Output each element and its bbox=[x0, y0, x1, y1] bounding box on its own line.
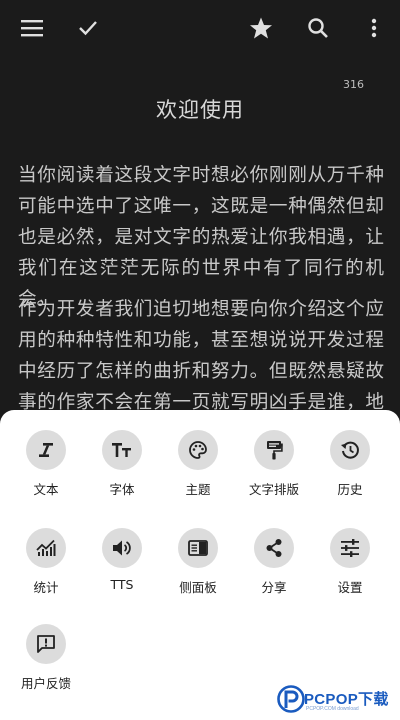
menu-item-label: TTS bbox=[110, 577, 134, 592]
menu-item-label: 设置 bbox=[337, 580, 363, 595]
paragraph: 当你阅读着这段文字时想必你刚刚从万千种可能中选中了这唯一，这既是一种偶然但却也是… bbox=[18, 165, 384, 310]
menu-item-font[interactable]: 字体 bbox=[84, 430, 160, 498]
menu-item-share[interactable]: 分享 bbox=[236, 528, 312, 596]
menu-item-label: 字体 bbox=[109, 482, 135, 497]
feedback-icon bbox=[26, 624, 66, 664]
more-vert-icon[interactable] bbox=[358, 12, 390, 44]
top-toolbar bbox=[0, 0, 400, 56]
menu-icon[interactable] bbox=[16, 12, 48, 44]
palette-icon bbox=[178, 430, 218, 470]
menu-item-tts[interactable]: TTS bbox=[84, 528, 160, 592]
search-icon[interactable] bbox=[302, 12, 334, 44]
menu-item-label: 分享 bbox=[261, 580, 287, 595]
menu-item-theme[interactable]: 主题 bbox=[160, 430, 236, 498]
pcpop-watermark: PCPOP下载 PCPOP.COM download bbox=[276, 684, 400, 720]
font-size-icon bbox=[102, 430, 142, 470]
menu-item-settings[interactable]: 设置 bbox=[312, 528, 388, 596]
menu-item-label: 文字排版 bbox=[248, 482, 299, 497]
check-icon[interactable] bbox=[72, 12, 104, 44]
star-icon[interactable] bbox=[245, 12, 277, 44]
page-number: 316 bbox=[343, 78, 364, 91]
side-panel-icon bbox=[178, 528, 218, 568]
menu-item-side-panel[interactable]: 侧面板 bbox=[160, 528, 236, 596]
menu-item-typesetting[interactable]: 文字排版 bbox=[236, 430, 312, 498]
chapter-title: 欢迎使用 bbox=[156, 98, 244, 122]
menu-item-history[interactable]: 历史 bbox=[312, 430, 388, 498]
paint-roller-icon bbox=[254, 430, 294, 470]
share-icon bbox=[254, 528, 294, 568]
reader-menu-sheet: 文本 字体 主题 文字排版 历史 统计 TTS 侧面板 分享 设置 用户反馈 bbox=[0, 410, 400, 720]
menu-item-label: 侧面板 bbox=[179, 580, 217, 595]
paragraph: 作为开发者我们迫切地想要向你介绍这个应用的种种特性和功能，甚至想说说开发过程中经… bbox=[18, 299, 384, 413]
history-icon bbox=[330, 430, 370, 470]
menu-item-label: 主题 bbox=[185, 482, 211, 497]
reading-area[interactable]: 316 欢迎使用 当你阅读着这段文字时想必你刚刚从万千种可能中选中了这唯一，这既… bbox=[0, 56, 400, 416]
menu-item-label: 统计 bbox=[33, 580, 59, 595]
speaker-icon bbox=[102, 528, 142, 568]
menu-item-text[interactable]: 文本 bbox=[8, 430, 84, 498]
menu-item-label: 用户反馈 bbox=[20, 676, 71, 691]
menu-item-label: 历史 bbox=[337, 482, 363, 497]
menu-item-label: 文本 bbox=[33, 482, 59, 497]
stats-chart-icon bbox=[26, 528, 66, 568]
italic-text-icon bbox=[26, 430, 66, 470]
menu-item-feedback[interactable]: 用户反馈 bbox=[8, 624, 84, 692]
menu-item-stats[interactable]: 统计 bbox=[8, 528, 84, 596]
watermark-subtext: PCPOP.COM download bbox=[306, 706, 359, 712]
tune-icon bbox=[330, 528, 370, 568]
